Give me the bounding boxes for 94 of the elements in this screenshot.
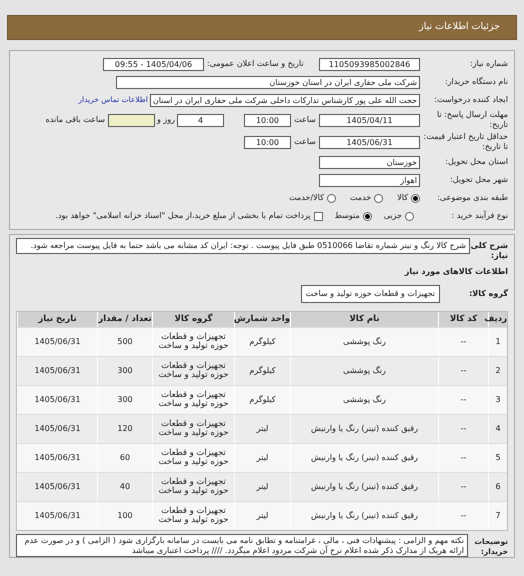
table-cell: لیتر (256, 452, 268, 464)
table-cell: رقیق کننده (تینر) رنگ یا وارنیش (311, 423, 418, 435)
table-cell: کیلوگرم (249, 336, 276, 348)
table-cell-text: تجهیزات و قطعات حوزه تولید و ساخت (157, 478, 230, 496)
radio-button[interactable] (326, 194, 336, 202)
table-cell: رقیق کننده (تینر) رنگ یا وارنیش (311, 452, 418, 464)
table-cell: 3 (495, 394, 501, 406)
table-cell: رنگ پوششی (343, 336, 386, 348)
header-bar: جزئیات اطلاعات نیاز (7, 15, 517, 40)
table-cell: -- (460, 365, 466, 377)
need-number-field: 1105093985002846 (319, 58, 420, 70)
radio-label: خدمت (350, 192, 372, 204)
field-label: استان محل تحویل: (444, 156, 508, 168)
announce-date-field: 1405/04/06 - 09:55 (103, 58, 204, 70)
table-cell: 6 (495, 481, 501, 493)
table-cell-text: تجهیزات و قطعات حوزه تولید و ساخت (157, 420, 230, 438)
field-label: طبقه بندی موضوعی: (436, 192, 508, 204)
table-cell: 1405/06/31 (34, 365, 81, 377)
table-cell: 120 (117, 423, 133, 435)
creator-field: حجت الله علی پور کارشناس تدارکات داخلی شرکت ملی حفاری ایران در استان (150, 94, 420, 106)
notes-box: نکته مهم و الزامی : پیشنهادات فنی ، مالی ، غرامتنامه و تطابق نامه می بایست در سامانه بارگزاری شود ( الزامی ) و در صورت عدم ارائه هریک از مدارک ذکر شده اعلام نرخ آن شرکت مردود اعلام میگردد. //// پرداخت اعتباری میباشد (16, 534, 468, 557)
group-label: گروه کالا: (468, 288, 508, 300)
table-cell: 1405/06/31 (34, 510, 81, 522)
table-cell-text: تجهیزات و قطعات حوزه تولید و ساخت (157, 507, 230, 525)
field-label: نام دستگاه خریدار: (444, 76, 508, 88)
table-cell: رنگ پوششی (343, 365, 386, 377)
radio-button[interactable] (405, 212, 414, 220)
field-label: تاریخ و ساعت اعلان عمومی: (206, 58, 305, 70)
table-cell: -- (460, 423, 466, 435)
validity-date-field: 1405/06/31 (319, 136, 420, 148)
deadline-time-field: 10:00 (244, 114, 291, 126)
radio-label: جزیی (384, 210, 402, 222)
field-label: ساعت (293, 136, 317, 148)
description-label: شرح کلی نیاز: (470, 241, 508, 261)
table-cell: 1405/06/31 (34, 423, 81, 435)
table-cell: 4 (495, 423, 501, 435)
table-cell: کیلوگرم (249, 394, 276, 406)
checkbox-label: پرداخت تمام یا بخشی از مبلغ خرید،از محل "اسناد خزانه اسلامی" خواهد بود. (55, 210, 311, 222)
table-cell: 40 (120, 481, 130, 493)
table-cell: -- (460, 481, 466, 493)
table-cell: 2 (495, 365, 501, 377)
field-label: شماره نیاز: (469, 58, 508, 70)
section-title: اطلاعات کالاهای مورد نیاز (403, 266, 508, 278)
radio-label: کالا (397, 192, 408, 204)
buyer-field: شرکت ملی حفاری ایران در استان خوزستان (116, 76, 420, 88)
validity-time-field: 10:00 (244, 136, 291, 148)
field-label: حداقل تاریخ اعتبار قیمت: تا تاریخ: (422, 132, 508, 152)
field-label: روز و (156, 114, 176, 126)
field-label: ساعت باقی مانده (44, 114, 106, 126)
table-cell: رقیق کننده (تینر) رنگ یا وارنیش (311, 510, 418, 522)
table-cell-text: تجهیزات و قطعات حوزه تولید و ساخت (157, 362, 230, 380)
field-label: مهلت ارسال پاسخ: تا تاریخ: (436, 110, 508, 130)
table-cell: 1405/06/31 (34, 336, 81, 348)
radio-label: کالا/خدمت (289, 192, 324, 204)
radio-label: متوسط (334, 210, 360, 222)
table-cell-text: تجهیزات و قطعات حوزه تولید و ساخت (157, 391, 230, 409)
field-label: ساعت (293, 114, 317, 126)
description-box: شرح کالا رنگ و تینر شماره تقاضا 0510066 طبق فایل پیوست . توجه: ایران کد مشابه می باشد حتما به فایل پیوست مراجعه شود. (16, 238, 470, 254)
table-cell: 300 (117, 394, 133, 406)
table-cell: -- (460, 394, 466, 406)
table-cell: 1405/06/31 (34, 452, 81, 464)
checkbox[interactable] (314, 212, 323, 220)
city-field: اهواز (319, 174, 420, 186)
days-field: 4 (177, 114, 224, 126)
table-cell: کیلوگرم (249, 365, 276, 377)
table-cell: لیتر (256, 481, 268, 493)
table-cell: 1 (495, 336, 501, 348)
table-cell: 300 (117, 365, 133, 377)
radio-button[interactable] (411, 194, 420, 202)
field-label: ایجاد کننده درخواست: (433, 94, 508, 106)
table-cell: 500 (117, 336, 133, 348)
table-cell: 7 (495, 510, 501, 522)
table-cell: رنگ پوششی (343, 394, 386, 406)
table-cell: لیتر (256, 510, 268, 522)
table-cell: 1405/06/31 (34, 394, 81, 406)
table-cell: 1405/06/31 (34, 481, 81, 493)
table-cell-text: تجهیزات و قطعات حوزه تولید و ساخت (157, 333, 230, 351)
table-cell: -- (460, 452, 466, 464)
table-cell: 60 (120, 452, 130, 464)
table-cell-text: تجهیزات و قطعات حوزه تولید و ساخت (157, 449, 230, 467)
province-field: خوزستان (319, 156, 420, 168)
deadline-date-field: 1405/04/11 (319, 114, 420, 126)
table-cell: -- (460, 336, 466, 348)
table-cell: 5 (495, 452, 501, 464)
table-cell: لیتر (256, 423, 268, 435)
table-cell: 100 (117, 510, 133, 522)
radio-button[interactable] (362, 212, 372, 220)
remaining-time-field (108, 114, 155, 126)
radio-button[interactable] (374, 194, 384, 202)
field-label: شهر محل تحویل: (449, 174, 508, 186)
table-cell: -- (460, 510, 466, 522)
group-field: تجهیزات و قطعات حوزه تولید و ساخت (300, 285, 440, 303)
table-cell: رقیق کننده (تینر) رنگ یا وارنیش (311, 481, 418, 493)
field-label: نوع فرآیند خرید : (450, 210, 508, 222)
